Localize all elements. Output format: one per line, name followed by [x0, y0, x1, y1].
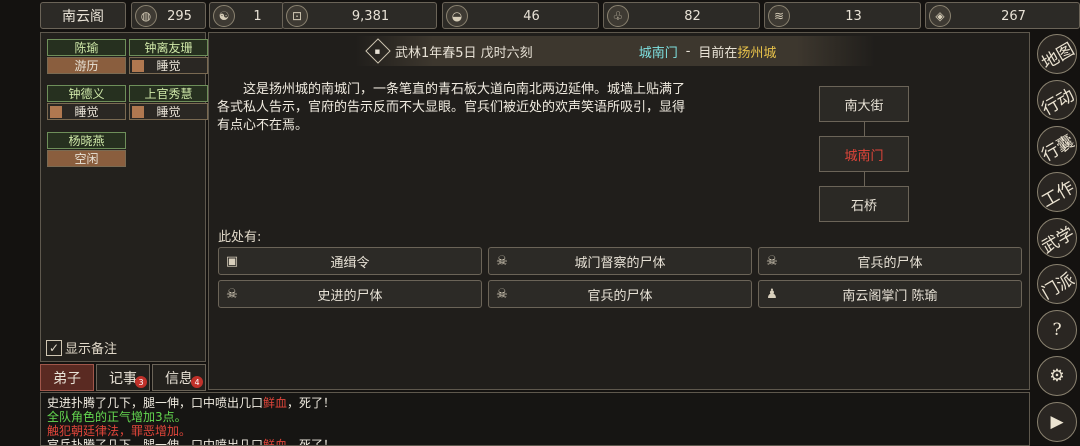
right-menu: 地图 行动 行囊 工作 武学 门派 ? ⚙ ▶	[1034, 30, 1080, 446]
disciple-name: 钟德义	[47, 85, 126, 102]
food-bowl-icon: ◒	[446, 5, 468, 27]
stat-money[interactable]: ⊡ 9,381	[282, 2, 437, 29]
stat-fame[interactable]: ◍ 295	[131, 2, 206, 29]
top-stat-bar: 南云阁 ◍ 295 ☯ 1 ⊡ 9,381 ◒ 46 ♧ 82 ≋ 13 ◈ 2…	[40, 2, 1080, 30]
status-progress-icon	[50, 106, 62, 118]
object-npc[interactable]: ♟ 南云阁掌门 陈瑜	[758, 280, 1022, 308]
skull-icon: ☠	[226, 287, 238, 302]
map-connector	[864, 122, 865, 136]
object-corpse[interactable]: ☠ 史进的尸体	[218, 280, 482, 308]
current-at-label: 目前在	[698, 45, 738, 61]
stat-value: 9,381	[351, 9, 390, 24]
map-room-south[interactable]: 石桥	[819, 186, 909, 222]
tab-disciples[interactable]: 弟子	[40, 364, 94, 391]
log-line: 史进扑腾了几下，腿一伸，口中喷出几口鲜血，死了！	[47, 396, 336, 410]
disciple-panel: 陈瑜 游历 钟离友珊 睡觉 钟德义 睡觉 上官秀慧 睡觉 杨晓燕 空闲	[40, 32, 208, 362]
event-log[interactable]: 史进扑腾了几下，腿一伸，口中喷出几口鲜血，死了！ 全队角色的正气增加3点。 触犯…	[40, 392, 1030, 446]
stat-value: 1	[253, 9, 262, 24]
stat-ore[interactable]: ◈ 267	[925, 2, 1080, 29]
object-corpse[interactable]: ☠ 官兵的尸体	[488, 280, 752, 308]
map-room-current[interactable]: 城南门	[819, 136, 909, 172]
status-progress-icon	[132, 60, 144, 72]
stat-herb[interactable]: ♧ 82	[603, 2, 760, 29]
objects-here-label: 此处有:	[218, 230, 262, 245]
disciple-status: 睡觉	[47, 103, 126, 120]
object-label: 官兵的尸体	[587, 288, 653, 304]
stat-food[interactable]: ◒ 46	[442, 2, 599, 29]
location-header: ◆ 武林1年春5日 戊时六刻 城南门 - 目前在 扬州城	[355, 36, 875, 66]
skull-icon: ☠	[766, 254, 778, 269]
help-icon[interactable]: ?	[1037, 310, 1077, 350]
object-label: 官兵的尸体	[857, 255, 923, 271]
location-panel: ◆ 武林1年春5日 戊时六刻 城南门 - 目前在 扬州城 这是扬州城的南城门，一…	[208, 32, 1030, 390]
log-line: 触犯朝廷律法，罪恶增加。	[47, 424, 192, 438]
show-memo-label: 显示备注	[65, 342, 118, 357]
object-label: 南云阁掌门 陈瑜	[842, 288, 938, 304]
tab-journal[interactable]: 记事 3	[96, 364, 150, 391]
disciple-card[interactable]: 杨晓燕 空闲	[47, 132, 126, 167]
show-memo-toggle[interactable]: ✓ 显示备注	[46, 338, 117, 357]
person-icon: ♟	[766, 287, 778, 302]
header-separator: -	[685, 43, 691, 59]
stat-value: 295	[167, 9, 192, 24]
disciple-name: 陈瑜	[47, 39, 126, 56]
sect-name-button[interactable]: 南云阁	[40, 2, 126, 29]
disciple-card[interactable]: 钟离友珊 睡觉	[129, 39, 208, 74]
object-wanted-poster[interactable]: ▣ 通缉令	[218, 247, 482, 275]
copper-coin-icon: ⊡	[286, 5, 308, 27]
herb-icon: ♧	[607, 5, 629, 27]
location-description: 这是扬州城的南城门，一条笔直的青石板大道向南北两边延伸。城墙上贴满了各式私人告示…	[217, 82, 686, 133]
menu-action-button[interactable]: 行动	[1037, 80, 1078, 120]
notification-badge: 3	[135, 376, 147, 388]
status-progress-icon	[132, 106, 144, 118]
checkbox-checked-icon[interactable]: ✓	[46, 339, 62, 356]
tab-messages[interactable]: 信息 4	[152, 364, 206, 391]
scroll-icon: ≋	[768, 5, 790, 27]
settings-gear-icon[interactable]: ⚙	[1037, 356, 1077, 396]
disciple-status: 游历	[47, 57, 126, 74]
play-icon[interactable]: ▶	[1037, 402, 1077, 442]
object-label: 史进的尸体	[317, 288, 383, 304]
object-corpse[interactable]: ☠ 官兵的尸体	[758, 247, 1022, 275]
location-name: 城南门	[638, 45, 678, 61]
city-name: 扬州城	[737, 45, 777, 61]
menu-bag-button[interactable]: 行囊	[1037, 126, 1078, 166]
stat-value: 46	[523, 9, 540, 24]
stat-alignment[interactable]: ☯ 1	[209, 2, 284, 29]
disciple-name: 上官秀慧	[129, 85, 208, 102]
calendar-diamond-icon: ◆	[365, 38, 391, 64]
box-icon: ▣	[225, 254, 239, 269]
disciple-status: 空闲	[47, 150, 126, 167]
disciple-card[interactable]: 上官秀慧 睡觉	[129, 85, 208, 120]
object-corpse[interactable]: ☠ 城门督察的尸体	[488, 247, 752, 275]
menu-martial-button[interactable]: 武学	[1037, 218, 1078, 258]
stat-value: 13	[845, 9, 862, 24]
log-line: 全队角色的正气增加3点。	[47, 410, 187, 424]
left-tabs: 弟子 记事 3 信息 4	[40, 364, 206, 391]
menu-work-button[interactable]: 工作	[1037, 172, 1078, 212]
coin-bag-icon: ◍	[135, 5, 157, 27]
disciple-status: 睡觉	[129, 57, 208, 74]
menu-map-button[interactable]: 地图	[1037, 34, 1078, 74]
yin-yang-icon: ☯	[213, 5, 235, 27]
map-room-north[interactable]: 南大街	[819, 86, 909, 122]
notification-badge: 4	[191, 376, 203, 388]
disciple-card[interactable]: 钟德义 睡觉	[47, 85, 126, 120]
map-connector	[864, 172, 865, 186]
disciple-name: 杨晓燕	[47, 132, 126, 149]
disciple-status: 睡觉	[129, 103, 208, 120]
disciple-card[interactable]: 陈瑜 游历	[47, 39, 126, 74]
stat-value: 82	[684, 9, 701, 24]
skull-icon: ☠	[496, 287, 508, 302]
stat-scroll[interactable]: ≋ 13	[764, 2, 921, 29]
stat-value: 267	[1001, 9, 1026, 24]
log-line: 官兵扑腾了几下，腿一伸，口中喷出几口鲜血，死了！	[47, 438, 336, 446]
disciple-name: 钟离友珊	[129, 39, 208, 56]
ore-icon: ◈	[929, 5, 951, 27]
game-datetime: 武林1年春5日 戊时六刻	[395, 45, 533, 61]
skull-icon: ☠	[496, 254, 508, 269]
menu-sect-button[interactable]: 门派	[1037, 264, 1078, 304]
object-label: 通缉令	[330, 255, 370, 271]
object-label: 城门督察的尸体	[574, 255, 666, 271]
